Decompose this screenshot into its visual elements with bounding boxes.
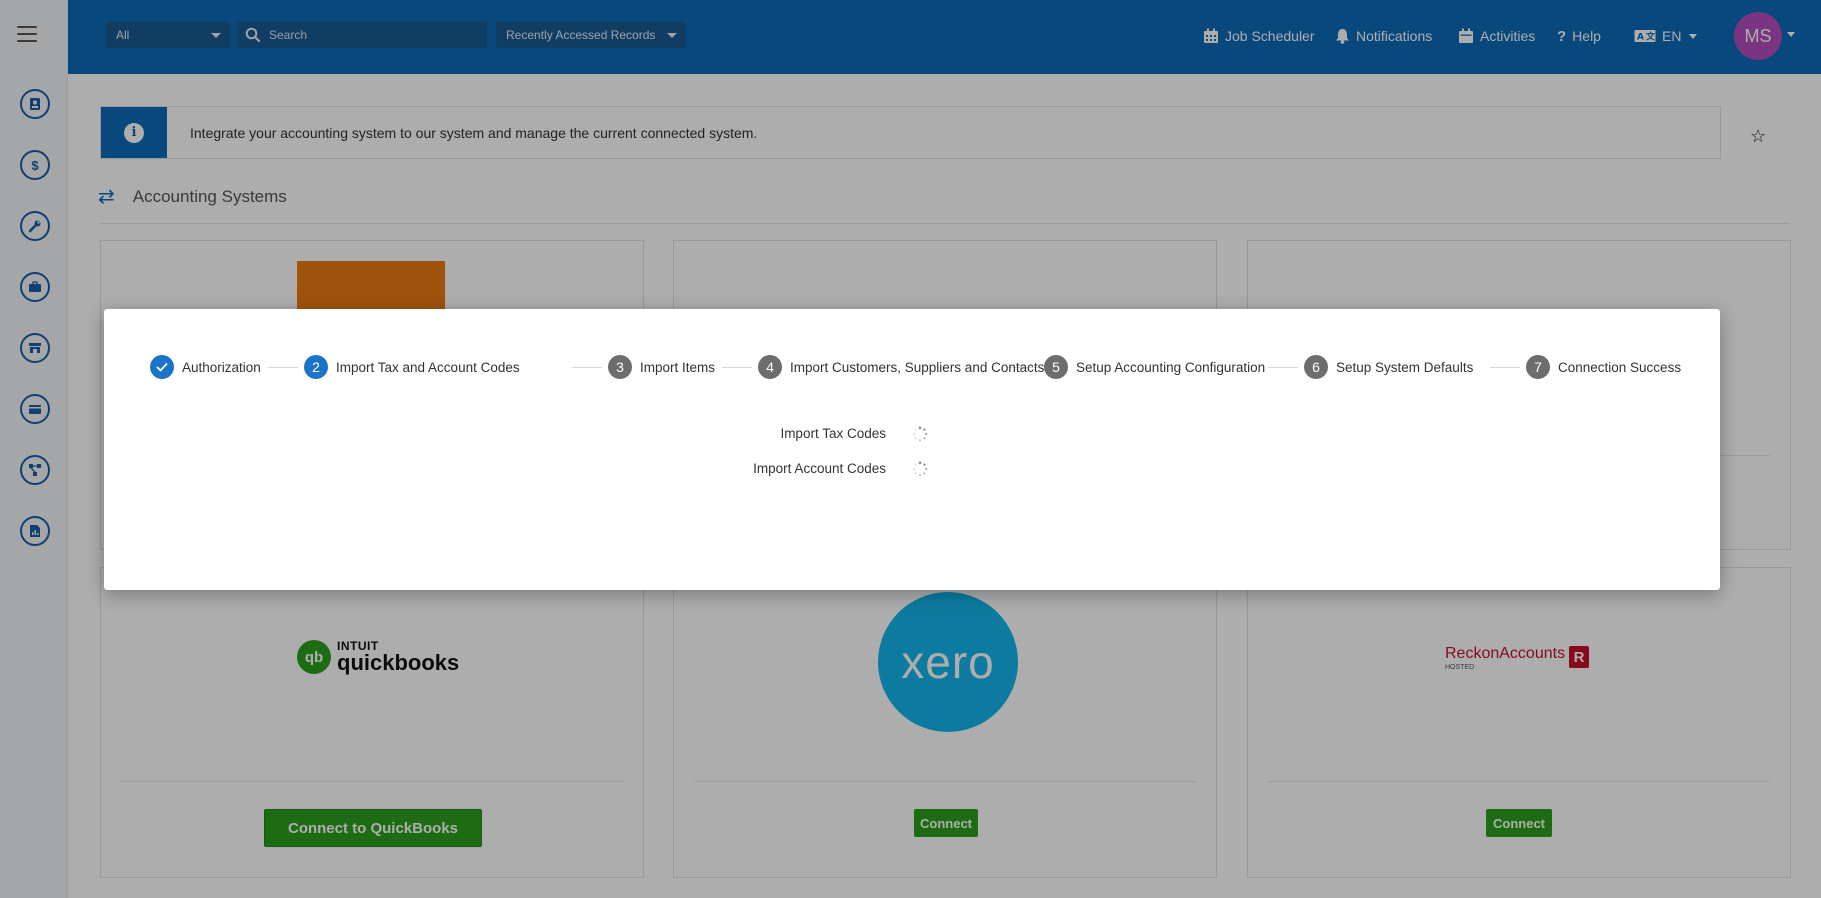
wizard-step-2: 2 Import Tax and Account Codes: [304, 355, 520, 379]
wizard-stepper: Authorization 2 Import Tax and Account C…: [150, 355, 1681, 379]
import-label: Import Account Codes: [753, 461, 886, 476]
step-label: Authorization: [182, 359, 261, 375]
wizard-step-5: 5 Setup Accounting Configuration: [1044, 355, 1265, 379]
step-connector: [572, 367, 602, 368]
step-label: Import Tax and Account Codes: [336, 359, 520, 375]
step-label: Import Items: [640, 359, 716, 375]
step-number: 7: [1526, 355, 1550, 379]
import-tax-codes-row: Import Tax Codes: [104, 424, 1720, 444]
step-number: 3: [608, 355, 632, 379]
step-label: Connection Success: [1558, 359, 1682, 375]
wizard-step-1: Authorization: [150, 355, 261, 379]
step-label: Setup Accounting Configuration: [1076, 359, 1266, 375]
connection-wizard-modal: Authorization 2 Import Tax and Account C…: [104, 309, 1720, 590]
step-connector: [1268, 367, 1298, 368]
step-label: Import Customers, Suppliers and Contacts: [790, 359, 1045, 375]
step-connector: [722, 367, 752, 368]
step-label: Setup System Defaults: [1336, 359, 1474, 375]
step-number: 4: [758, 355, 782, 379]
wizard-step-3: 3 Import Items: [608, 355, 715, 379]
wizard-step-6: 6 Setup System Defaults: [1304, 355, 1473, 379]
step-connector: [268, 367, 298, 368]
step-number: 5: [1044, 355, 1068, 379]
loading-spinner-icon: [912, 426, 928, 442]
check-icon: [150, 355, 174, 379]
wizard-step-4: 4 Import Customers, Suppliers and Contac…: [758, 355, 1044, 379]
loading-spinner-icon: [912, 461, 928, 477]
import-label: Import Tax Codes: [780, 426, 886, 441]
step-connector: [1490, 367, 1520, 368]
wizard-step-7: 7 Connection Success: [1526, 355, 1681, 379]
step-number: 2: [304, 355, 328, 379]
step-number: 6: [1304, 355, 1328, 379]
import-account-codes-row: Import Account Codes: [104, 459, 1720, 479]
